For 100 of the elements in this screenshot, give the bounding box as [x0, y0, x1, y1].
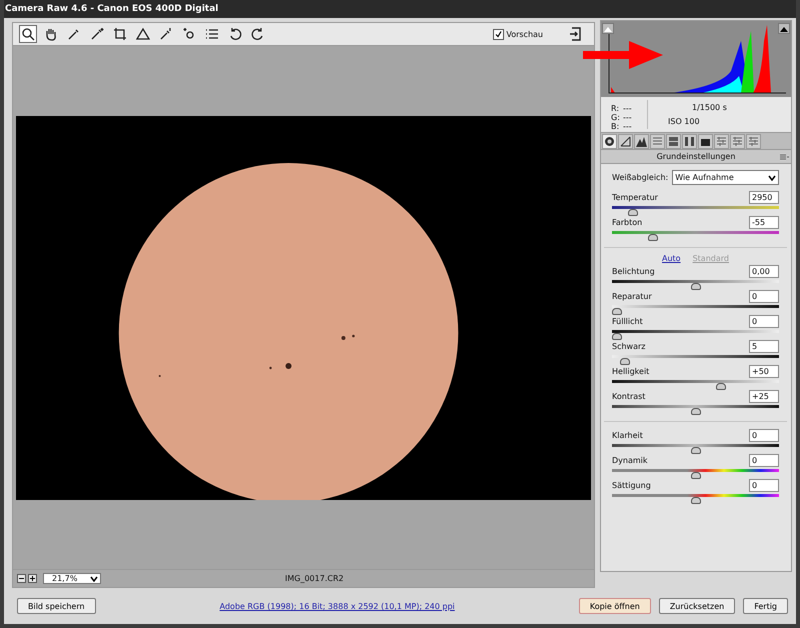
crop-tool[interactable]	[111, 25, 129, 43]
value-field[interactable]: 0,00	[749, 265, 779, 278]
slider-label: Fülllicht	[612, 317, 643, 326]
shadow-clipping-toggle[interactable]	[602, 23, 614, 34]
channel-value: ---	[623, 113, 633, 122]
columns-icon	[684, 136, 695, 146]
basic-tab[interactable]	[602, 134, 617, 148]
settings-tab[interactable]	[746, 134, 761, 148]
balance-label: Weißabgleich:	[612, 173, 668, 182]
slider-thumb[interactable]	[690, 472, 700, 479]
value-field[interactable]: 0	[749, 454, 779, 467]
triangle-icon	[604, 26, 612, 32]
presets-tab[interactable]	[714, 134, 729, 148]
slider-label: Reparatur	[612, 292, 652, 301]
crop-icon	[113, 27, 127, 41]
value-field[interactable]: 0	[749, 315, 779, 328]
slider-label: Farbton	[612, 218, 642, 227]
histogram-channel-area	[753, 25, 771, 93]
aperture-icon	[604, 136, 615, 146]
sliders-icon	[748, 136, 759, 146]
eyedropper-plus-icon	[90, 27, 104, 41]
reset-button[interactable]: Zurücksetzen	[658, 598, 736, 614]
slider-label: Helligkeit	[612, 367, 650, 376]
window-title: Camera Raw 4.6 - Canon EOS 400D Digital	[4, 0, 796, 18]
balance-dropdown[interactable]: Wie Aufnahme	[672, 170, 779, 185]
slider-label: Schwarz	[612, 342, 646, 351]
preview-label: Vorschau	[506, 30, 543, 38]
value-field[interactable]: 0	[749, 290, 779, 303]
lens-tab[interactable]	[682, 134, 697, 148]
value-field[interactable]: -55	[749, 216, 779, 229]
slider-thumb[interactable]	[628, 209, 638, 216]
open-copy-button[interactable]: Kopie öffnen	[578, 598, 651, 614]
slider-thumb[interactable]	[612, 308, 622, 315]
shutter-speed: 1/1500 s	[692, 103, 727, 112]
hsl-tab[interactable]	[650, 134, 665, 148]
plus-icon	[29, 575, 36, 582]
sliders-icon	[716, 136, 727, 146]
brush-icon	[159, 27, 173, 41]
hand-icon	[44, 27, 58, 41]
slider-thumb[interactable]	[690, 497, 700, 504]
mountain-icon	[636, 136, 647, 146]
triangle-icon	[136, 27, 150, 41]
zoom-out-button[interactable]	[17, 574, 26, 584]
tone-curve-tab[interactable]	[618, 134, 633, 148]
panel-menu-icon[interactable]	[780, 154, 789, 160]
panel-title: Grundeinstellungen	[656, 152, 736, 161]
zoom-tool[interactable]	[19, 25, 37, 43]
slider-label: Dynamik	[612, 456, 648, 465]
value-field[interactable]: 5	[749, 340, 779, 353]
eye-target-icon	[182, 27, 196, 41]
slider-thumb[interactable]	[648, 234, 658, 241]
channel-label: R:	[611, 104, 620, 113]
slider-label: Sättigung	[612, 481, 651, 490]
slider-thumb[interactable]	[690, 447, 700, 454]
channel-value: ---	[623, 122, 633, 131]
slider-label: Belichtung	[612, 267, 655, 276]
slider-label: Klarheit	[612, 431, 643, 440]
curve-icon	[620, 136, 631, 146]
slider-thumb[interactable]	[716, 383, 726, 390]
rotate-right-icon	[251, 27, 265, 41]
list-icon	[205, 27, 219, 41]
channel-label: B:	[611, 122, 620, 131]
histogram-channel-area	[611, 87, 615, 93]
save-image-button[interactable]: Bild speichern	[17, 598, 96, 614]
channel-value: ---	[623, 104, 633, 113]
slider-label: Kontrast	[612, 392, 646, 401]
lines-icon	[652, 136, 663, 146]
value-field[interactable]: 0	[749, 479, 779, 492]
exit-arrow-icon	[569, 27, 583, 41]
value-field[interactable]: +50	[749, 365, 779, 378]
auto-link[interactable]: Auto	[662, 254, 681, 263]
zoom-dropdown[interactable]: 21,7%	[43, 573, 101, 584]
value-field[interactable]: +25	[749, 390, 779, 403]
iso-value: ISO 100	[668, 117, 700, 126]
value-field[interactable]: 2950	[749, 191, 779, 204]
slider-thumb[interactable]	[690, 408, 700, 415]
slider-label: Temperatur	[612, 193, 658, 202]
file-name: IMG_0017.CR2	[285, 574, 344, 584]
triangle-icon	[780, 26, 788, 32]
done-button[interactable]: Fertig	[743, 598, 788, 614]
split-blocks-icon	[668, 136, 679, 146]
slider-thumb[interactable]	[620, 358, 630, 365]
slider-thumb[interactable]	[690, 283, 700, 290]
workflow-options-link[interactable]: Adobe RGB (1998); 16 Bit; 3888 x 2592 (10,1 MP); 240 ppi	[104, 602, 571, 611]
sliders-icon	[732, 136, 743, 146]
slider-thumb[interactable]	[612, 333, 622, 340]
snapshots-tab[interactable]	[730, 134, 745, 148]
preview-checkbox[interactable]	[493, 28, 504, 40]
caret-icon	[90, 576, 98, 582]
rotate-left-icon	[228, 27, 242, 41]
value-field[interactable]: 0	[749, 429, 779, 442]
zoom-in-button[interactable]	[28, 574, 37, 584]
split-toning-tab[interactable]	[666, 134, 681, 148]
eyedropper-icon	[67, 27, 81, 41]
caret-icon	[768, 174, 776, 180]
channel-label: G:	[611, 113, 621, 122]
magnifier-icon	[21, 27, 35, 41]
highlight-clipping-toggle[interactable]	[778, 23, 790, 34]
detail-tab[interactable]	[634, 134, 649, 148]
camera-tab[interactable]	[698, 134, 713, 148]
